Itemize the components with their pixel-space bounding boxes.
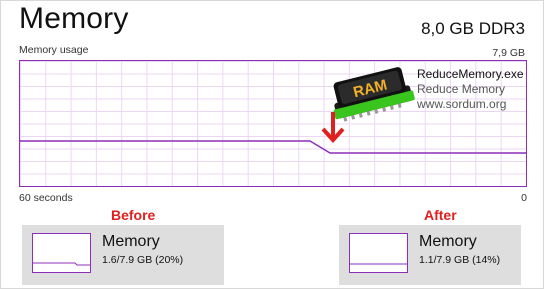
after-mini-line xyxy=(350,263,407,265)
down-arrow-icon xyxy=(321,112,345,143)
memory-spec: 8,0 GB DDR3 xyxy=(421,19,525,38)
before-mini-graph xyxy=(32,233,91,273)
after-panel-value: 1.1/7.9 GB (14%) xyxy=(419,254,501,266)
site-url: www.sordum.org xyxy=(417,97,507,111)
before-caption: Before xyxy=(111,207,156,223)
app-name: ReduceMemory.exe xyxy=(417,67,524,81)
before-panel-value: 1.6/7.9 GB (20%) xyxy=(102,254,184,266)
after-caption: After xyxy=(424,207,457,223)
graph-label: Memory usage xyxy=(19,44,89,56)
graph-max-label: 7,9 GB xyxy=(492,47,525,59)
app-subtitle: Reduce Memory xyxy=(417,82,506,96)
after-panel-title: Memory xyxy=(419,233,477,250)
after-memory-panel[interactable]: Memory 1.1/7.9 GB (14%) xyxy=(339,225,521,285)
before-memory-panel[interactable]: Memory 1.6/7.9 GB (20%) xyxy=(22,225,224,285)
before-mini-line xyxy=(33,262,90,266)
time-left-label: 60 seconds xyxy=(19,192,73,204)
before-panel-title: Memory xyxy=(102,233,160,250)
page-title: Memory xyxy=(19,2,129,35)
time-right-label: 0 xyxy=(521,192,527,204)
after-mini-graph xyxy=(349,233,408,273)
